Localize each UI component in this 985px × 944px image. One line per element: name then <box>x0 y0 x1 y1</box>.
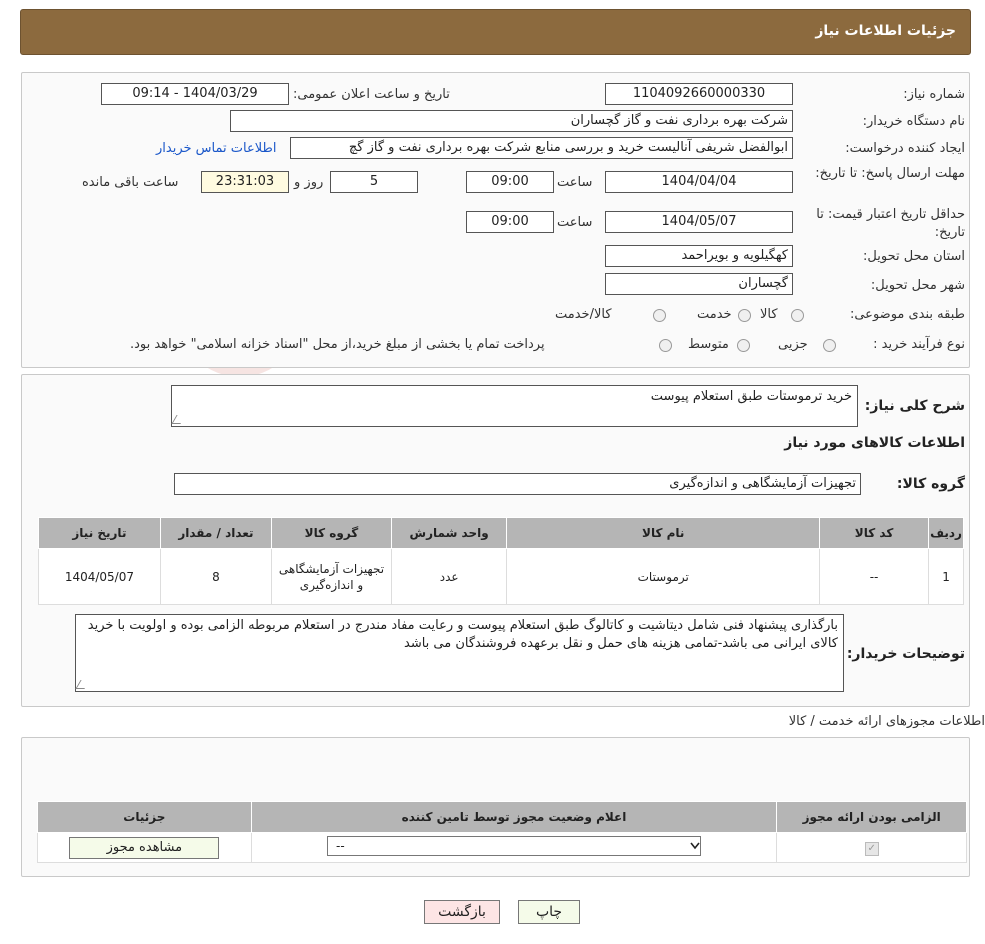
resize-grip-icon[interactable] <box>171 415 186 424</box>
need-description-field: خرید ترموستات طبق استعلام پیوست <box>171 385 858 427</box>
col-name: نام کالا <box>506 517 821 549</box>
category-radio-goods-service[interactable] <box>653 309 666 322</box>
buyer-label: نام دستگاه خریدار: <box>862 114 965 129</box>
category-radio-service[interactable] <box>738 309 751 322</box>
permits-table: الزامی بودن ارائه مجوز اعلام وضعیت مجوز … <box>37 801 967 863</box>
deadline-time-field: 09:00 <box>466 171 554 193</box>
cell-permit-details: مشاهده مجوز <box>37 832 252 863</box>
remaining-time-field: 23:31:03 <box>201 171 289 193</box>
need-description-text: خرید ترموستات طبق استعلام پیوست <box>650 389 852 404</box>
table-row: ✓ -- مشاهده مجوز <box>37 832 967 863</box>
purchase-option-medium: متوسط <box>688 337 729 352</box>
resize-grip-icon[interactable] <box>75 680 90 689</box>
cell-row: 1 <box>928 548 964 605</box>
col-qty: تعداد / مقدار <box>159 517 273 549</box>
purchase-type-label: نوع فرآیند خرید : <box>873 337 965 352</box>
col-code: کد کالا <box>819 517 930 549</box>
col-group: گروه کالا <box>271 517 392 549</box>
cell-unit: عدد <box>390 548 508 605</box>
purchase-option-minor: جزیی <box>778 337 808 352</box>
col-permit-required: الزامی بودن ارائه مجوز <box>776 801 967 833</box>
checkbox-checked-icon[interactable]: ✓ <box>864 841 879 856</box>
buyer-field: شرکت بهره برداری نفت و گاز گچساران <box>230 110 793 132</box>
purchase-radio-minor[interactable] <box>823 339 836 352</box>
cell-code: -- <box>819 548 930 605</box>
creator-field: ابوالفضل شریفی آنالیست خرید و بررسی مناب… <box>290 137 793 159</box>
days-field: 5 <box>330 171 418 193</box>
goods-info-title: اطلاعات کالاهای مورد نیاز <box>784 435 965 451</box>
buyer-contact-link[interactable]: اطلاعات تماس خریدار <box>156 141 276 156</box>
permit-status-select[interactable]: -- <box>326 836 701 856</box>
deadline-time-label: ساعت <box>557 175 593 190</box>
announce-label: تاریخ و ساعت اعلان عمومی: <box>293 87 450 102</box>
city-field: گچساران <box>605 273 793 295</box>
goods-group-label: گروه کالا: <box>896 476 965 492</box>
validity-time-field: 09:00 <box>466 211 554 233</box>
goods-table: ردیف کد کالا نام کالا واحد شمارش گروه کا… <box>38 517 964 605</box>
days-label: روز و <box>294 175 324 190</box>
cell-permit-status: -- <box>250 832 778 863</box>
col-row: ردیف <box>928 517 964 549</box>
validity-date-field: 1404/05/07 <box>605 211 793 233</box>
buyer-notes-label: توضیحات خریدار: <box>846 646 965 662</box>
category-radio-goods[interactable] <box>791 309 804 322</box>
need-number-label: شماره نیاز: <box>903 87 965 102</box>
city-label: شهر محل تحویل: <box>870 278 965 293</box>
permits-table-header: الزامی بودن ارائه مجوز اعلام وضعیت مجوز … <box>37 801 967 833</box>
validity-time-label: ساعت <box>557 215 593 230</box>
province-field: کهگیلویه و بویراحمد <box>605 245 793 267</box>
remaining-label: ساعت باقی مانده <box>82 175 179 190</box>
creator-label: ایجاد کننده درخواست: <box>845 141 965 156</box>
need-description-label: شرح کلی نیاز: <box>864 398 965 414</box>
deadline-date-field: 1404/04/04 <box>605 171 793 193</box>
buyer-notes-text: بارگذاری پیشنهاد فنی شامل دیتاشیت و کاتا… <box>87 618 838 651</box>
chevron-down-icon <box>690 842 700 850</box>
cell-name: ترموستات <box>506 548 821 605</box>
category-option-goods-service: کالا/خدمت <box>555 307 612 322</box>
col-permit-details: جزئیات <box>37 801 252 833</box>
table-row: 1 -- ترموستات عدد تجهیزات آزمایشگاهی و ا… <box>38 548 964 605</box>
buyer-notes-field: بارگذاری پیشنهاد فنی شامل دیتاشیت و کاتا… <box>75 614 844 692</box>
cell-permit-required: ✓ <box>776 832 967 863</box>
goods-table-header: ردیف کد کالا نام کالا واحد شمارش گروه کا… <box>38 517 964 549</box>
page-header: جزئیات اطلاعات نیاز <box>20 9 971 55</box>
goods-group-field: تجهیزات آزمایشگاهی و اندازه‌گیری <box>174 473 861 495</box>
cell-qty: 8 <box>159 548 273 605</box>
col-permit-status: اعلام وضعیت مجوز توسط تامین کننده <box>250 801 778 833</box>
back-button[interactable]: بازگشت <box>424 900 500 924</box>
category-option-service: خدمت <box>697 307 732 322</box>
purchase-note: پرداخت تمام یا بخشی از مبلغ خرید،از محل … <box>130 337 545 352</box>
view-permit-button[interactable]: مشاهده مجوز <box>69 836 220 859</box>
print-button[interactable]: چاپ <box>518 900 580 924</box>
category-option-goods: کالا <box>760 307 778 322</box>
cell-group: تجهیزات آزمایشگاهی و اندازه‌گیری <box>271 548 392 605</box>
cell-date: 1404/05/07 <box>38 548 161 605</box>
purchase-radio-treasury[interactable] <box>659 339 672 352</box>
page-title: جزئیات اطلاعات نیاز <box>815 23 956 39</box>
need-number-field: 1104092660000330 <box>605 83 793 105</box>
deadline-label: مهلت ارسال پاسخ: تا تاریخ: <box>815 166 965 181</box>
permits-title: اطلاعات مجوزهای ارائه خدمت / کالا <box>788 714 985 729</box>
province-label: استان محل تحویل: <box>863 249 965 264</box>
permit-status-value: -- <box>335 839 345 853</box>
category-label: طبقه بندی موضوعی: <box>849 307 965 322</box>
purchase-radio-medium[interactable] <box>737 339 750 352</box>
col-unit: واحد شمارش <box>390 517 508 549</box>
col-date: تاریخ نیاز <box>38 517 161 549</box>
announce-field: 1404/03/29 - 09:14 <box>101 83 289 105</box>
validity-label: حداقل تاریخ اعتبار قیمت: تا تاریخ: <box>816 207 965 240</box>
